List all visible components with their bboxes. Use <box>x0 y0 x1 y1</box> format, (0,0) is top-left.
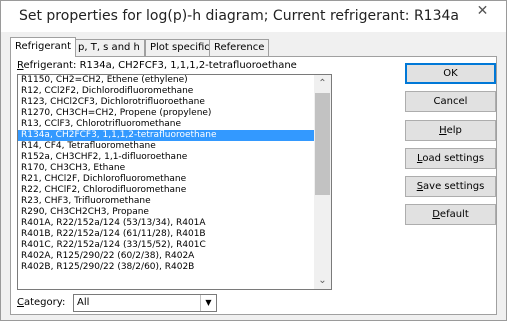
list-item[interactable]: R123, CHCl2CF3, Dichlorotrifluoroethane <box>18 97 314 108</box>
list-item[interactable]: R21, CHCl2F, Dichlorofluoromethane <box>18 174 314 185</box>
cancel-button[interactable]: Cancel <box>405 91 496 112</box>
list-item[interactable]: R1150, CH2=CH2, Ethene (ethylene) <box>18 75 314 86</box>
tab-reference[interactable]: Reference <box>209 39 270 56</box>
tab-refrigerant[interactable]: Refrigerant <box>10 37 77 57</box>
scroll-thumb[interactable] <box>315 93 330 195</box>
help-button[interactable]: Help <box>405 120 496 141</box>
load-label: oad settings <box>422 153 485 164</box>
title-bar: Set properties for log(p)-h diagram; Cur… <box>1 1 506 32</box>
list-item[interactable]: R401A, R22/152a/124 (53/13/34), R401A <box>18 218 314 229</box>
chevron-down-icon[interactable]: ▼ <box>200 295 216 311</box>
help-label: elp <box>446 125 462 136</box>
scroll-down-icon[interactable]: ⌄ <box>314 272 331 289</box>
category-label-key: C <box>17 297 24 308</box>
list-item[interactable]: R290, CH3CH2CH3, Propane <box>18 207 314 218</box>
refrigerant-label-text: efrigerant: R134a, CH2FCF3, 1,1,1,2-tetr… <box>23 60 297 71</box>
category-label: Category: <box>17 297 65 308</box>
help-key: H <box>439 125 447 136</box>
ok-button[interactable]: OK <box>405 63 496 84</box>
list-item-selected[interactable]: R134a, CH2FCF3, 1,1,1,2-tetrafluoroethan… <box>18 130 314 141</box>
list-item[interactable]: R13, CClF3, Chlorotrifluoromethane <box>18 119 314 130</box>
refrigerant-list[interactable]: R1150, CH2=CH2, Ethene (ethylene) R12, CC… <box>18 75 314 289</box>
scroll-up-icon[interactable]: ⌃ <box>314 75 331 92</box>
save-settings-button[interactable]: Save settings <box>405 176 496 197</box>
list-item[interactable]: R401B, R22/152a/124 (61/11/28), R401B <box>18 229 314 240</box>
default-label: efault <box>439 209 469 220</box>
tab-plot-specific[interactable]: Plot specific <box>145 39 215 56</box>
list-item[interactable]: R22, CHClF2, Chlorodifluoromethane <box>18 185 314 196</box>
category-value: All <box>77 297 90 308</box>
default-key: D <box>432 209 440 220</box>
list-item[interactable]: R402A, R125/290/22 (60/2/38), R402A <box>18 251 314 262</box>
refrigerant-listbox[interactable]: R1150, CH2=CH2, Ethene (ethylene) R12, CC… <box>17 74 332 290</box>
tab-p-t-s-h[interactable]: p, T, s and h <box>73 39 145 56</box>
list-item[interactable]: R1270, CH3CH=CH2, Propene (propylene) <box>18 108 314 119</box>
list-item[interactable]: R12, CCl2F2, Dichlorodifluoromethane <box>18 86 314 97</box>
save-label: ave settings <box>423 181 485 192</box>
default-button[interactable]: Default <box>405 204 496 225</box>
list-item[interactable]: R170, CH3CH3, Ethane <box>18 163 314 174</box>
category-label-text: ategory: <box>23 297 66 308</box>
list-item[interactable]: R14, CF4, Tetrafluoromethane <box>18 141 314 152</box>
list-item[interactable]: R152a, CH3CHF2, 1,1-difluoroethane <box>18 152 314 163</box>
properties-dialog: Set properties for log(p)-h diagram; Cur… <box>0 0 507 321</box>
list-item[interactable]: R23, CHF3, Trifluoromethane <box>18 196 314 207</box>
list-item[interactable]: R402B, R125/290/22 (38/2/60), R402B <box>18 262 314 273</box>
close-button[interactable]: ✕ <box>460 1 505 23</box>
current-refrigerant-label: Refrigerant: R134a, CH2FCF3, 1,1,1,2-tet… <box>17 60 297 71</box>
window-title: Set properties for log(p)-h diagram; Cur… <box>18 8 459 24</box>
list-item[interactable]: R401C, R22/152a/124 (33/15/52), R401C <box>18 240 314 251</box>
load-settings-button[interactable]: Load settings <box>405 148 496 169</box>
category-dropdown[interactable]: All ▼ <box>73 294 217 312</box>
vertical-scrollbar[interactable]: ⌃ ⌄ <box>314 75 331 289</box>
